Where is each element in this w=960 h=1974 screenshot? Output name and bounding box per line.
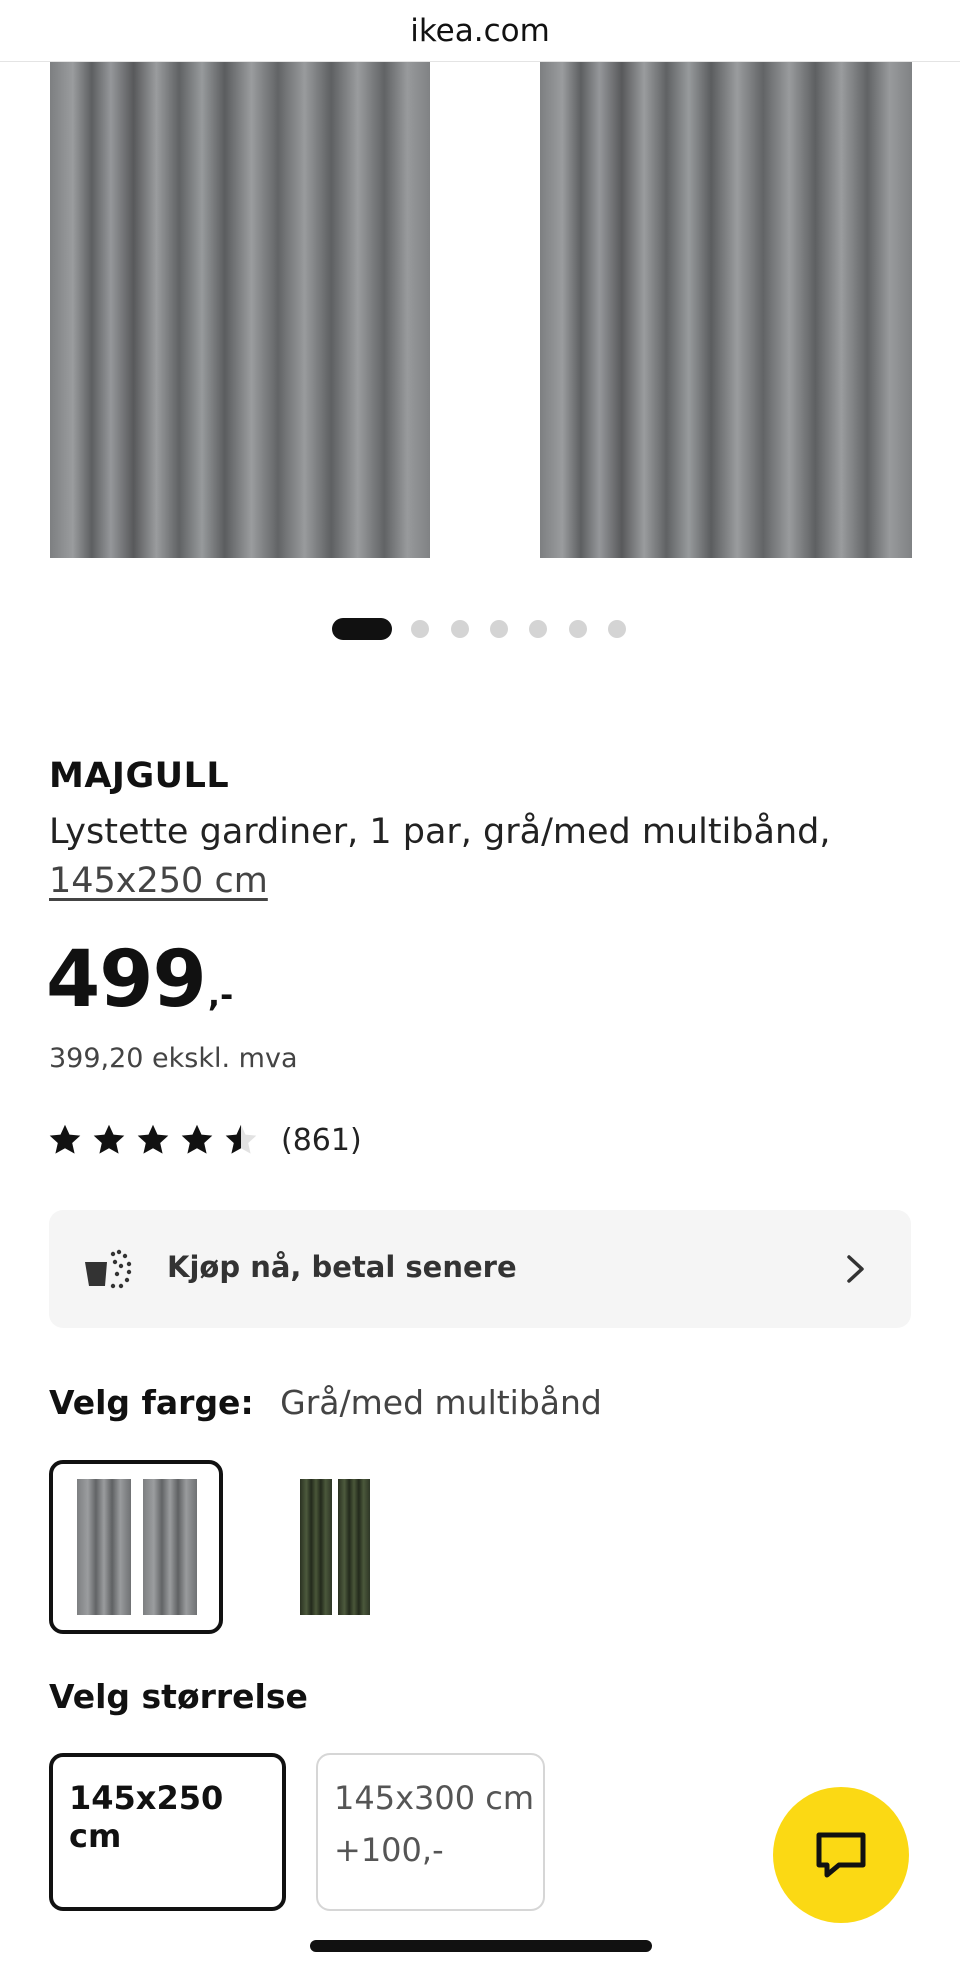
color-selector-header: Velg farge: Grå/med multibånd	[49, 1383, 602, 1422]
color-option-dark-green[interactable]	[243, 1460, 417, 1634]
carousel-dot[interactable]	[529, 620, 547, 638]
carousel-dot[interactable]	[490, 620, 508, 638]
chat-button[interactable]	[773, 1787, 909, 1923]
carousel-dot[interactable]	[451, 620, 469, 638]
carousel-dot-active[interactable]	[332, 618, 392, 640]
star-full-icon	[137, 1124, 169, 1154]
chat-bubble-icon	[816, 1832, 866, 1878]
rating-stars	[47, 1122, 259, 1158]
product-rating[interactable]: (861)	[47, 1122, 362, 1158]
browser-url-bar[interactable]: ikea.com	[0, 0, 960, 62]
chevron-right-icon	[847, 1255, 864, 1283]
color-option-grey[interactable]	[49, 1460, 223, 1634]
buy-now-pay-later-banner[interactable]: Kjøp nå, betal senere	[49, 1210, 911, 1328]
product-description: Lystette gardiner, 1 par, grå/med multib…	[49, 812, 831, 852]
product-image-gallery[interactable]	[0, 62, 960, 562]
star-half-icon	[225, 1124, 257, 1154]
star-full-icon	[49, 1124, 81, 1154]
green-curtain-thumbnail	[300, 1479, 370, 1615]
color-value: Grå/med multibånd	[280, 1383, 602, 1422]
home-indicator	[310, 1940, 652, 1952]
carousel-pagination	[0, 617, 960, 640]
rating-count: (861)	[281, 1122, 362, 1158]
size-option-label: 145x250 cm	[69, 1779, 224, 1855]
price-integer: 499	[46, 935, 207, 1025]
url-text: ikea.com	[410, 12, 550, 49]
product-price: 499 ,-	[46, 935, 233, 1025]
curtain-pair-image	[50, 62, 912, 558]
price-decimal: ,-	[207, 976, 234, 1014]
carousel-dot[interactable]	[569, 620, 587, 638]
size-option-label: 145x300 cm	[334, 1779, 535, 1817]
cart-dotted-icon	[85, 1249, 132, 1289]
size-selector-header: Velg størrelse	[49, 1677, 308, 1716]
star-full-icon	[93, 1124, 125, 1154]
star-full-icon	[181, 1124, 213, 1154]
grey-curtain-thumbnail	[77, 1479, 197, 1615]
carousel-dot[interactable]	[411, 620, 429, 638]
bnpl-label: Kjøp nå, betal senere	[167, 1250, 517, 1284]
color-label: Velg farge:	[49, 1383, 254, 1422]
price-ex-vat: 399,20 ekskl. mva	[49, 1043, 298, 1074]
carousel-dot[interactable]	[608, 620, 626, 638]
size-option-145x300[interactable]: 145x300 cm +100,-	[316, 1753, 545, 1911]
product-size-link[interactable]: 145x250 cm	[49, 856, 268, 906]
product-name: MAJGULL	[49, 756, 230, 796]
size-option-price-diff: +100,-	[334, 1831, 444, 1869]
size-option-145x250[interactable]: 145x250 cm	[49, 1753, 286, 1911]
